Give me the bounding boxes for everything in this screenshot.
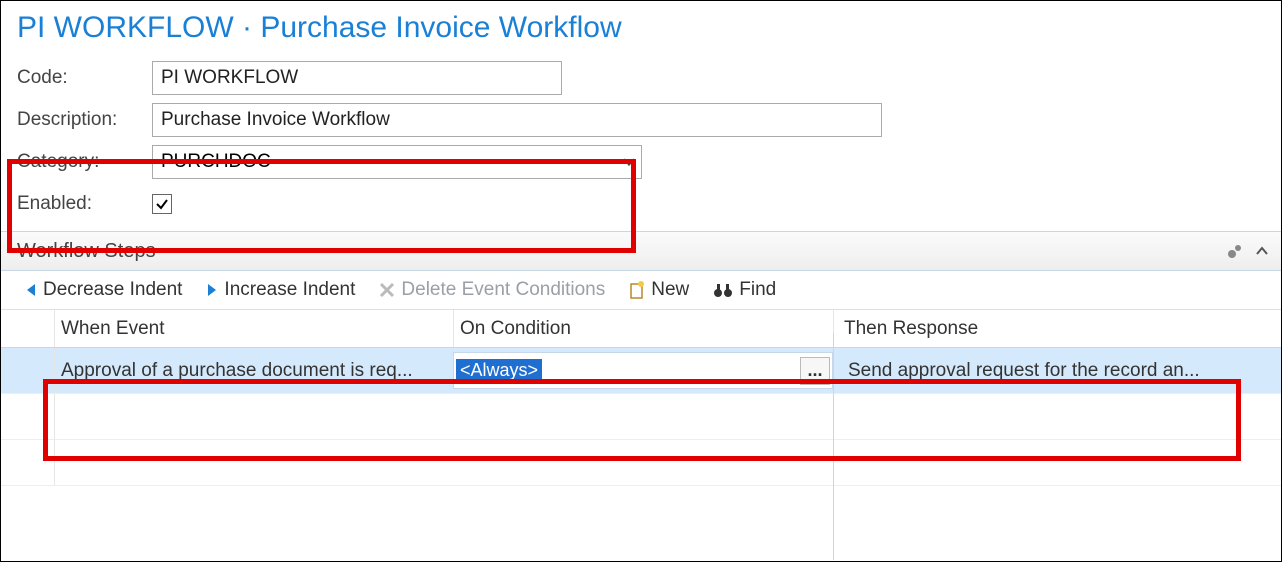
title-prefix: PI WORKFLOW xyxy=(17,11,234,44)
cell-when-event[interactable]: Approval of a purchase document is req..… xyxy=(55,348,453,393)
cell-on-condition[interactable] xyxy=(453,394,833,439)
category-select[interactable] xyxy=(152,145,642,179)
new-label: New xyxy=(651,279,689,301)
increase-indent-label: Increase Indent xyxy=(224,279,355,301)
code-input[interactable] xyxy=(152,61,562,95)
find-label: Find xyxy=(739,279,776,301)
workflow-steps-title: Workflow Steps xyxy=(17,240,156,263)
col-header-then-response[interactable]: Then Response xyxy=(833,310,1281,347)
cell-on-condition[interactable] xyxy=(453,440,833,485)
decrease-indent-label: Decrease Indent xyxy=(43,279,182,301)
workflow-steps-header[interactable]: Workflow Steps xyxy=(1,231,1281,271)
code-label: Code: xyxy=(17,67,152,89)
increase-indent-button[interactable]: Increase Indent xyxy=(206,279,355,301)
triangle-left-icon xyxy=(25,283,37,297)
row-indicator[interactable] xyxy=(1,394,55,439)
new-document-icon xyxy=(629,281,645,299)
page-title: PI WORKFLOW · Purchase Invoice Workflow xyxy=(1,9,1281,57)
steps-toolbar: Decrease Indent Increase Indent Delete E… xyxy=(1,271,1281,310)
vertical-divider xyxy=(833,333,834,560)
col-header-on-condition[interactable]: On Condition xyxy=(453,310,833,347)
category-label: Category: xyxy=(17,151,152,173)
delete-event-conditions-button[interactable]: Delete Event Conditions xyxy=(379,279,605,301)
find-button[interactable]: Find xyxy=(713,279,776,301)
cell-when-event[interactable] xyxy=(55,440,453,485)
column-headers: When Event On Condition Then Response xyxy=(1,310,1281,348)
cell-then-response[interactable] xyxy=(833,394,1281,439)
form-area: Code: Description: Category: Enabled: xyxy=(1,57,1281,225)
workflow-steps-section: Workflow Steps Decrease Indent xyxy=(1,231,1281,486)
cell-then-response[interactable] xyxy=(833,440,1281,485)
code-row: Code: xyxy=(17,57,1265,99)
workflow-page: PI WORKFLOW · Purchase Invoice Workflow … xyxy=(0,0,1282,562)
condition-value: <Always> xyxy=(456,359,542,382)
row-indicator-header xyxy=(1,310,55,347)
new-button[interactable]: New xyxy=(629,279,689,301)
ellipsis-icon: ... xyxy=(807,360,822,381)
enabled-row: Enabled: xyxy=(17,183,1265,225)
decrease-indent-button[interactable]: Decrease Indent xyxy=(25,279,182,301)
row-indicator[interactable] xyxy=(1,440,55,485)
binoculars-icon xyxy=(713,282,733,298)
category-input[interactable] xyxy=(153,146,641,178)
description-row: Description: xyxy=(17,99,1265,141)
row-indicator[interactable] xyxy=(1,348,55,393)
lookup-button[interactable]: ... xyxy=(800,357,830,385)
delete-x-icon xyxy=(379,282,395,298)
cell-on-condition[interactable]: <Always> ... xyxy=(453,352,833,389)
description-label: Description: xyxy=(17,109,152,131)
triangle-right-icon xyxy=(206,283,218,297)
cell-when-event[interactable] xyxy=(55,394,453,439)
collapse-icon[interactable] xyxy=(1255,244,1269,258)
enabled-checkbox[interactable] xyxy=(152,194,172,214)
description-input[interactable] xyxy=(152,103,882,137)
title-separator: · xyxy=(234,11,261,44)
delete-event-conditions-label: Delete Event Conditions xyxy=(401,279,605,301)
cell-then-response[interactable]: Send approval request for the record an.… xyxy=(837,348,1281,393)
table-row[interactable] xyxy=(1,440,1281,486)
category-row: Category: xyxy=(17,141,1265,183)
enabled-label: Enabled: xyxy=(17,193,152,215)
gears-icon[interactable] xyxy=(1225,241,1245,261)
col-header-when-event[interactable]: When Event xyxy=(55,318,453,340)
table-row[interactable]: Approval of a purchase document is req..… xyxy=(1,348,1281,394)
steps-header-actions xyxy=(1225,232,1269,270)
table-row[interactable] xyxy=(1,394,1281,440)
check-icon xyxy=(155,197,169,211)
title-name: Purchase Invoice Workflow xyxy=(260,11,621,44)
